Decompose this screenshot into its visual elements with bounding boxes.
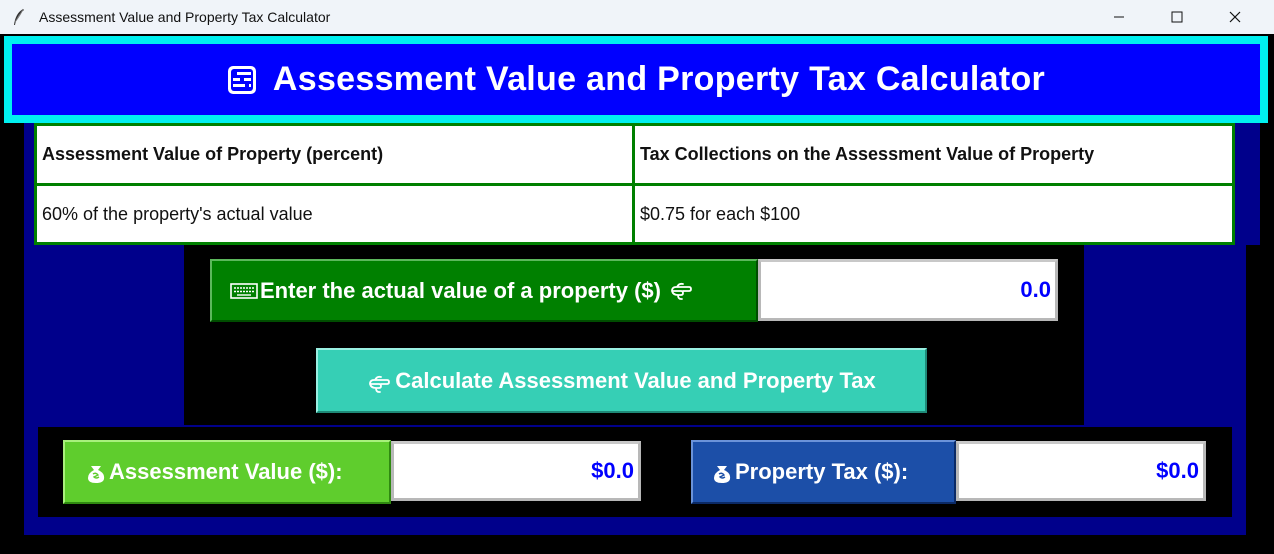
enter-value-label: Enter the actual value of a property ($) bbox=[210, 259, 758, 322]
abacus-icon bbox=[227, 65, 256, 94]
enter-value-label-text: Enter the actual value of a property ($) bbox=[260, 277, 661, 303]
table-cell-assessment: 60% of the property's actual value bbox=[34, 183, 635, 245]
property-tax-label-text: Property Tax ($): bbox=[735, 459, 909, 484]
money-bag-icon bbox=[88, 466, 105, 483]
table-header-tax: Tax Collections on the Assessment Value … bbox=[632, 123, 1235, 186]
left-panel bbox=[24, 245, 184, 425]
property-tax-output: $0.0 bbox=[956, 441, 1206, 501]
header-banner: Assessment Value and Property Tax Calcul… bbox=[12, 44, 1260, 115]
assessment-value-output: $0.0 bbox=[391, 441, 641, 501]
assessment-value-label: Assessment Value ($): bbox=[63, 440, 391, 504]
table-cell-tax: $0.75 for each $100 bbox=[632, 183, 1235, 245]
minimize-button[interactable] bbox=[1090, 0, 1148, 34]
minimize-icon bbox=[1114, 16, 1124, 18]
window-title: Assessment Value and Property Tax Calcul… bbox=[39, 9, 331, 25]
maximize-icon bbox=[1171, 11, 1183, 23]
close-icon bbox=[1229, 11, 1241, 23]
money-bag-icon bbox=[714, 466, 731, 483]
calculate-button[interactable]: Calculate Assessment Value and Property … bbox=[316, 348, 927, 413]
maximize-button[interactable] bbox=[1148, 0, 1206, 34]
close-button[interactable] bbox=[1206, 0, 1264, 34]
assessment-value-label-text: Assessment Value ($): bbox=[109, 459, 343, 484]
app-window: Assessment Value and Property Tax Calcul… bbox=[0, 0, 1274, 554]
feather-icon bbox=[14, 8, 24, 25]
page-title: Assessment Value and Property Tax Calcul… bbox=[272, 60, 1046, 98]
keyboard-icon bbox=[230, 282, 258, 299]
calculate-button-label: Calculate Assessment Value and Property … bbox=[395, 367, 876, 393]
pointing-hand-icon bbox=[671, 282, 692, 300]
table-header-assessment: Assessment Value of Property (percent) bbox=[34, 123, 635, 186]
property-tax-label: Property Tax ($): bbox=[691, 440, 956, 504]
right-panel bbox=[1084, 245, 1246, 425]
pointing-hand-icon bbox=[369, 375, 391, 393]
title-bar: Assessment Value and Property Tax Calcul… bbox=[0, 0, 1274, 34]
property-value-input[interactable]: 0.0 bbox=[758, 259, 1058, 321]
